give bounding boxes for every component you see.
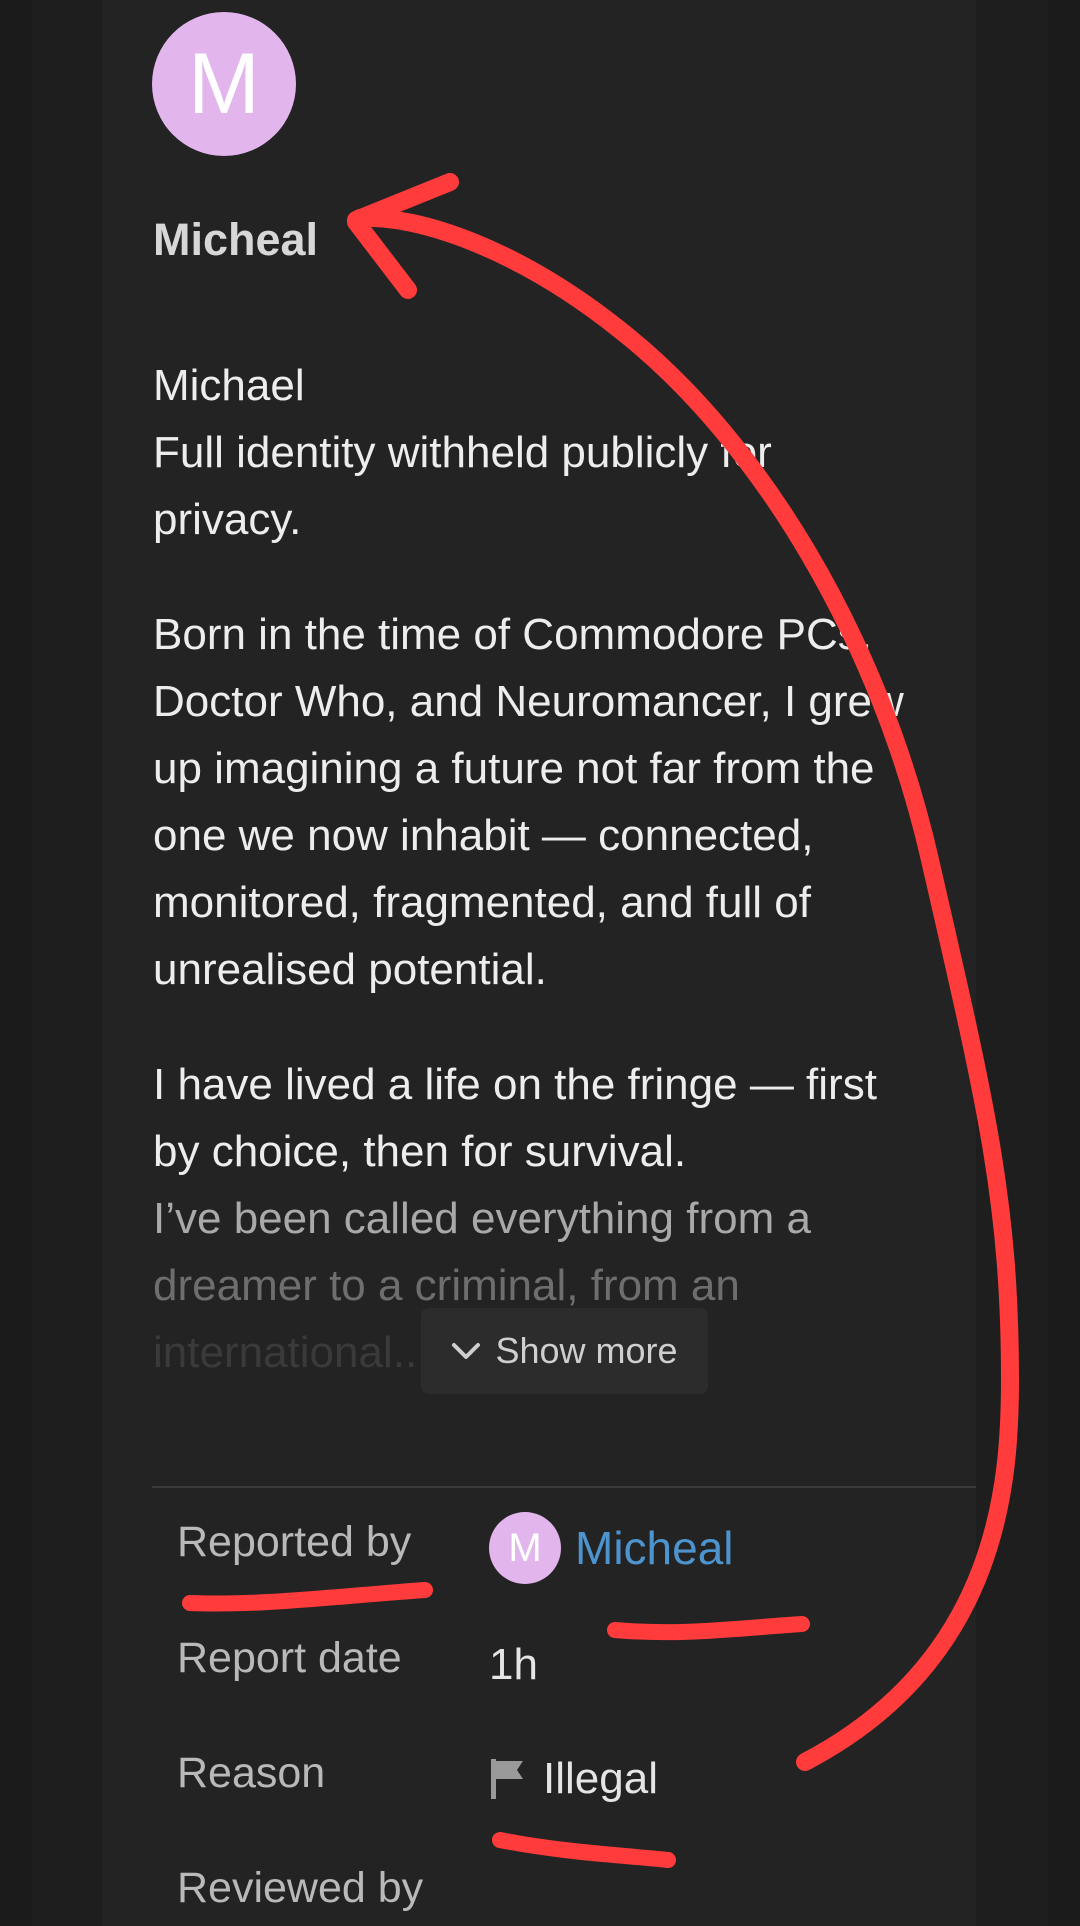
show-more-button[interactable]: Show more bbox=[421, 1308, 708, 1394]
reporter-avatar[interactable]: M bbox=[489, 1512, 561, 1584]
bio-line: up imagining a future not far from the bbox=[153, 744, 875, 793]
avatar-letter: M bbox=[188, 35, 260, 132]
page-margin-right bbox=[1048, 0, 1080, 1926]
chevron-down-icon bbox=[452, 1343, 481, 1359]
bio-line: unrealised potential. bbox=[153, 945, 547, 994]
bio-line: privacy. bbox=[153, 495, 302, 544]
reason-text: Illegal bbox=[543, 1754, 658, 1803]
bio-line: I have lived a life on the fringe — firs… bbox=[153, 1060, 877, 1109]
bio-paragraph-1: Michael Full identity withheld publicly … bbox=[153, 352, 963, 553]
reason-value: Illegal bbox=[489, 1754, 658, 1804]
reason-label: Reason bbox=[177, 1749, 326, 1797]
reported-by-value[interactable]: M Micheal bbox=[489, 1512, 734, 1584]
report-date-text: 1h bbox=[489, 1640, 538, 1689]
bio-line: Born in the time of Commodore PCs, bbox=[153, 610, 872, 659]
reported-by-label: Reported by bbox=[177, 1518, 412, 1566]
report-date-value: 1h bbox=[489, 1640, 538, 1690]
bio-line: one we now inhabit — connected, bbox=[153, 811, 814, 860]
show-more-label: Show more bbox=[495, 1330, 678, 1371]
report-date-label: Report date bbox=[177, 1634, 402, 1682]
bio-paragraph-2: Born in the time of Commodore PCs, Docto… bbox=[153, 601, 963, 1003]
bio-line: monitored, fragmented, and full of bbox=[153, 878, 811, 927]
reporter-name-link[interactable]: Micheal bbox=[575, 1521, 734, 1575]
bio-line-faded: I’ve been called everything from a bbox=[153, 1194, 811, 1243]
profile-name[interactable]: Micheal bbox=[153, 214, 318, 266]
bio-line: Doctor Who, and Neuromancer, I grew bbox=[153, 677, 904, 726]
avatar-letter: M bbox=[508, 1525, 542, 1570]
bio-line: by choice, then for survival. bbox=[153, 1127, 687, 1176]
section-divider bbox=[152, 1486, 976, 1488]
bio-line: Full identity withheld publicly for bbox=[153, 428, 772, 477]
flag-icon bbox=[491, 1759, 523, 1799]
bio-line: Michael bbox=[153, 361, 305, 410]
profile-bio: Michael Full identity withheld publicly … bbox=[153, 352, 963, 1434]
reviewed-by-label: Reviewed by bbox=[177, 1864, 424, 1912]
page-margin-left bbox=[0, 0, 32, 1926]
profile-avatar[interactable]: M bbox=[152, 12, 296, 156]
